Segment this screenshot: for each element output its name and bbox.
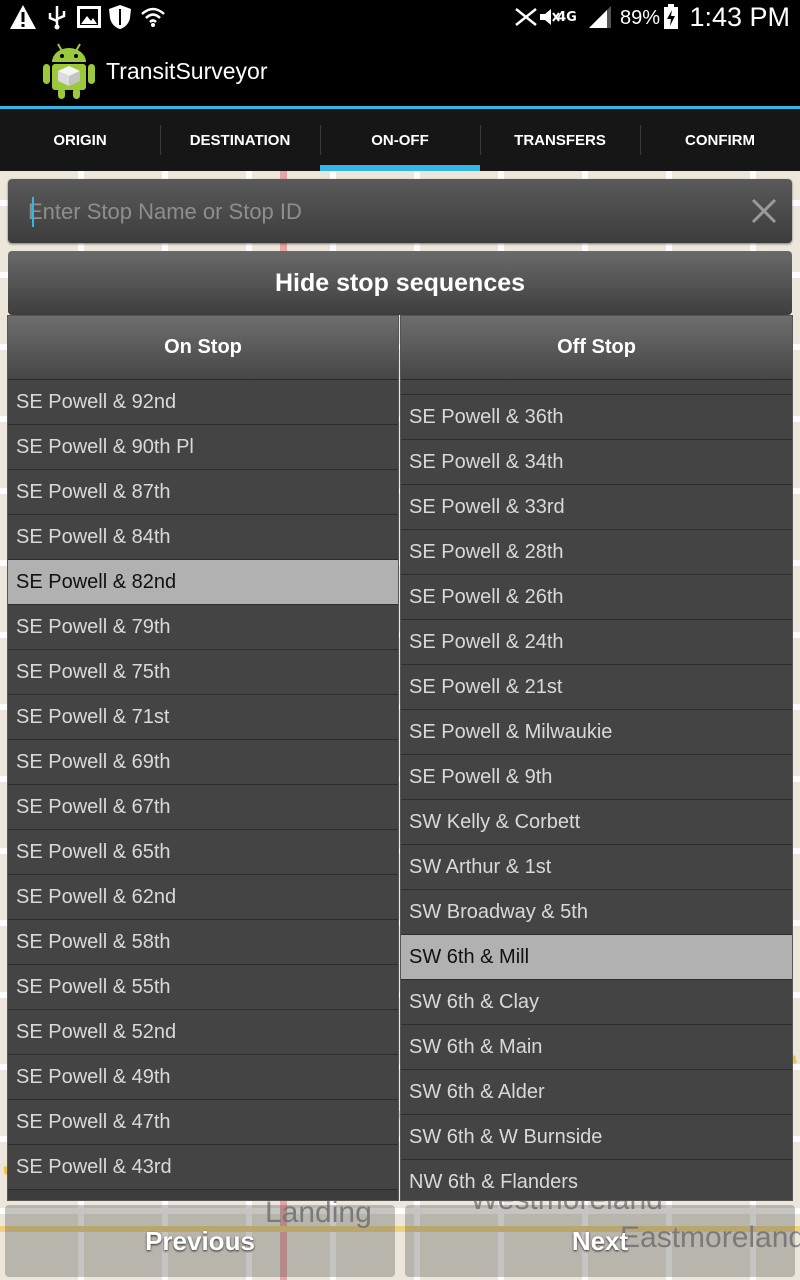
tab-label: DESTINATION (189, 131, 291, 149)
search-input[interactable] (26, 189, 730, 235)
stop-row[interactable]: SE Powell & 67th (8, 785, 398, 830)
on-stop-column: On Stop SE Powell & 92nd SE Powell & 90th… (7, 315, 399, 1201)
on-stop-header: On Stop (8, 316, 398, 380)
action-bar: TransitSurveyor (0, 34, 800, 109)
hide-stop-sequences-button[interactable]: Hide stop sequences (8, 251, 792, 315)
battery-charging-icon (662, 4, 680, 30)
previous-button[interactable]: Previous (5, 1205, 395, 1277)
stop-row[interactable]: SE Powell & 52nd (8, 1010, 398, 1055)
stop-row[interactable]: SW Kelly & Corbett (401, 800, 792, 845)
stop-row[interactable]: SE Powell & 9th (401, 755, 792, 800)
close-icon[interactable] (746, 193, 782, 229)
tab-bar: ORIGIN DESTINATION ON-OFF TRANSFERS CONF… (0, 109, 800, 171)
stop-row[interactable]: SE Powell & 21st (401, 665, 792, 710)
stop-row[interactable]: SE Powell & 65th (8, 830, 398, 875)
stop-row[interactable]: SE Powell & 71st (8, 695, 398, 740)
stop-row[interactable]: SE Powell & 62nd (8, 875, 398, 920)
status-bar: 4G 89% 1:43 PM (0, 0, 800, 34)
stop-row[interactable]: SE Powell & 55th (8, 965, 398, 1010)
stop-row[interactable]: SE Powell & 92nd (8, 380, 398, 425)
on-stop-list[interactable]: SE Powell & 92nd SE Powell & 90th Pl SE Po… (8, 380, 398, 1190)
off-stop-list[interactable]: SE Powell & 36th SE Powell & 34th SE Powel… (401, 380, 792, 1200)
off-stop-column: Off Stop SE Powell & 36th SE Powell & 34t… (400, 315, 793, 1201)
nfc-icon (514, 4, 538, 30)
usb-icon (44, 4, 70, 30)
tab-label: ON-OFF (371, 131, 429, 149)
stop-row[interactable]: SW 6th & Main (401, 1025, 792, 1070)
tab-origin[interactable]: ORIGIN (0, 109, 160, 171)
stop-row[interactable]: SW Arthur & 1st (401, 845, 792, 890)
stop-row[interactable]: SW 6th & Alder (401, 1070, 792, 1115)
list-spacer (401, 380, 792, 395)
stop-row[interactable]: SE Powell & 36th (401, 395, 792, 440)
shield-icon (106, 4, 134, 30)
stop-row[interactable]: SW Broadway & 5th (401, 890, 792, 935)
stop-row[interactable]: SE Powell & 79th (8, 605, 398, 650)
tab-label: TRANSFERS (514, 131, 606, 149)
stop-row[interactable]: NW 6th & Flanders (401, 1160, 792, 1200)
tab-on-off[interactable]: ON-OFF (320, 109, 480, 171)
tab-confirm[interactable]: CONFIRM (640, 109, 800, 171)
stop-row[interactable]: SE Powell & 28th (401, 530, 792, 575)
stop-row[interactable]: SE Powell & 82nd (8, 560, 398, 605)
stop-row[interactable]: SE Powell & 33rd (401, 485, 792, 530)
network-type-label: 4G (557, 9, 577, 25)
tab-transfers[interactable]: TRANSFERS (480, 109, 640, 171)
app-title: TransitSurveyor (106, 58, 268, 84)
stop-row[interactable]: SE Powell & 87th (8, 470, 398, 515)
signal-icon (586, 4, 614, 30)
off-stop-header: Off Stop (401, 316, 792, 380)
tab-label: ORIGIN (53, 131, 107, 149)
android-app-icon (40, 40, 98, 100)
stop-row[interactable]: SE Powell & 26th (401, 575, 792, 620)
stop-row[interactable]: SE Powell & 47th (8, 1100, 398, 1145)
wifi-icon (140, 4, 166, 30)
stop-row[interactable]: SE Powell & 43rd (8, 1145, 398, 1190)
tab-destination[interactable]: DESTINATION (160, 109, 320, 171)
stop-row[interactable]: SE Powell & 49th (8, 1055, 398, 1100)
stop-row[interactable]: SE Powell & 69th (8, 740, 398, 785)
stop-row[interactable]: SE Powell & 75th (8, 650, 398, 695)
warning-icon (8, 4, 38, 30)
image-icon (76, 4, 102, 30)
stop-row[interactable]: SE Powell & 58th (8, 920, 398, 965)
battery-percent: 89% (620, 7, 661, 29)
stop-row[interactable]: SE Powell & 84th (8, 515, 398, 560)
stop-row[interactable]: SE Powell & 34th (401, 440, 792, 485)
stop-row[interactable]: SW 6th & Clay (401, 980, 792, 1025)
next-button[interactable]: Next (405, 1205, 795, 1277)
search-bar (8, 179, 792, 243)
stop-row[interactable]: SE Powell & 24th (401, 620, 792, 665)
stop-row[interactable]: SE Powell & 90th Pl (8, 425, 398, 470)
stop-row[interactable]: SE Powell & Milwaukie (401, 710, 792, 755)
text-cursor (32, 197, 34, 227)
tab-label: CONFIRM (685, 131, 755, 149)
stop-row[interactable]: SW 6th & W Burnside (401, 1115, 792, 1160)
clock: 1:43 PM (689, 2, 790, 32)
stop-row[interactable]: SW 6th & Mill (401, 935, 792, 980)
